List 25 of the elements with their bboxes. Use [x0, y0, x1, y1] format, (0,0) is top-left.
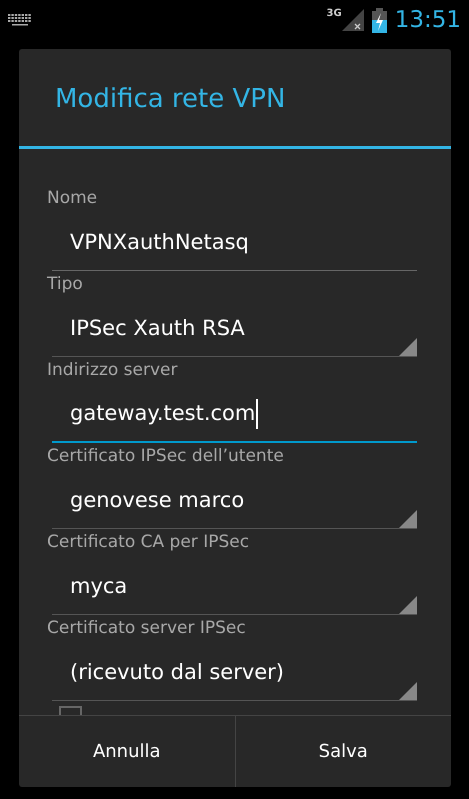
- dropdown-triangle-icon: [399, 510, 417, 528]
- dropdown-triangle-icon: [399, 682, 417, 700]
- network-label: 3G: [326, 7, 342, 21]
- dialog-title: Modifica rete VPN: [19, 49, 451, 149]
- field-label: Certificato CA per IPSec: [47, 531, 250, 554]
- field-label: Indirizzo server: [47, 359, 178, 382]
- signal-icon: [342, 9, 364, 31]
- field-label: Tipo: [47, 273, 84, 296]
- dropdown-triangle-icon: [399, 338, 417, 356]
- text-cursor: [256, 399, 258, 429]
- dialog-button[interactable]: Salva: [234, 716, 451, 787]
- field-label: Nome: [47, 187, 98, 210]
- field-label: Certificato server IPSec: [47, 617, 247, 640]
- field-label: Certificato IPSec dell’utente: [47, 445, 285, 468]
- input-field[interactable]: VPNXauthNetasq: [52, 211, 417, 271]
- dialog-button[interactable]: Annulla: [19, 716, 234, 787]
- input-field[interactable]: gateway.test.com: [52, 383, 417, 443]
- dropdown[interactable]: (ricevuto dal server): [52, 641, 417, 701]
- dropdown[interactable]: myca: [52, 555, 417, 615]
- dropdown[interactable]: genovese marco: [52, 469, 417, 529]
- battery-charging-icon: [372, 8, 387, 32]
- dropdown[interactable]: IPSec Xauth RSA: [52, 297, 417, 357]
- clock: 13:51: [394, 6, 461, 35]
- keyboard-icon: [8, 14, 32, 26]
- dropdown-triangle-icon: [399, 596, 417, 614]
